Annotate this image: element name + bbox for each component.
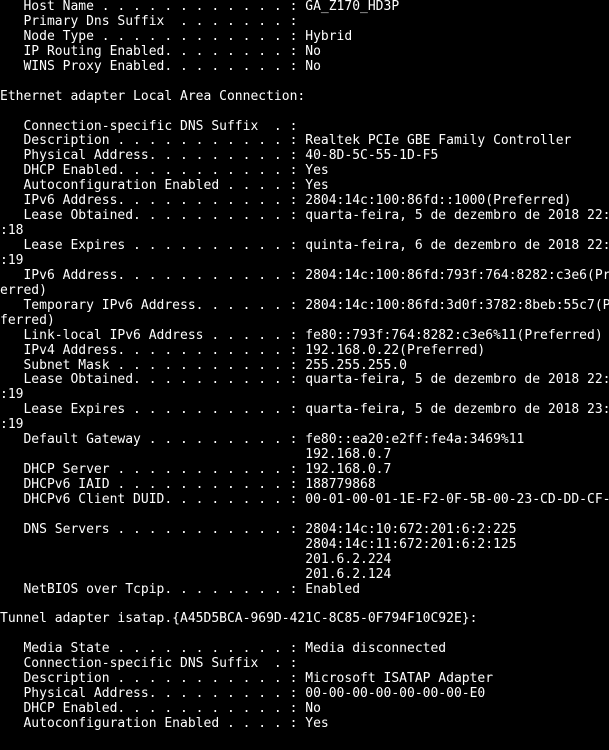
output-line: DNS Servers . . . . . . . . . . . : 2804… <box>0 523 609 538</box>
output-line: Description . . . . . . . . . . . : Real… <box>0 134 609 149</box>
output-line: Lease Obtained. . . . . . . . . . : quar… <box>0 373 609 388</box>
output-line: Connection-specific DNS Suffix . : <box>0 120 609 135</box>
output-line: ferred) <box>0 314 609 329</box>
output-line <box>0 508 609 523</box>
output-line: 201.6.2.224 <box>0 553 609 568</box>
output-line: DHCP Enabled. . . . . . . . . . . : No <box>0 702 609 717</box>
output-line: Ethernet adapter Local Area Connection: <box>0 90 609 105</box>
output-line: 2804:14c:11:672:201:6:2:125 <box>0 538 609 553</box>
output-line: IPv4 Address. . . . . . . . . . . : 192.… <box>0 344 609 359</box>
output-line: DHCP Enabled. . . . . . . . . . . : Yes <box>0 164 609 179</box>
output-line: erred) <box>0 284 609 299</box>
output-line: :19 <box>0 254 609 269</box>
output-line <box>0 75 609 90</box>
output-line: :19 <box>0 388 609 403</box>
output-line: Host Name . . . . . . . . . . . . : GA_Z… <box>0 0 609 15</box>
output-line: Link-local IPv6 Address . . . . . : fe80… <box>0 329 609 344</box>
output-line: 192.168.0.7 <box>0 448 609 463</box>
output-line: :18 <box>0 224 609 239</box>
output-line: IPv6 Address. . . . . . . . . . . : 2804… <box>0 194 609 209</box>
output-line: Lease Expires . . . . . . . . . . : quin… <box>0 239 609 254</box>
output-line: NetBIOS over Tcpip. . . . . . . . : Enab… <box>0 583 609 598</box>
output-line: Autoconfiguration Enabled . . . . : Yes <box>0 179 609 194</box>
output-line <box>0 627 609 642</box>
output-line: Connection-specific DNS Suffix . : <box>0 657 609 672</box>
output-line: Primary Dns Suffix . . . . . . . : <box>0 15 609 30</box>
output-line: :19 <box>0 418 609 433</box>
output-line: Tunnel adapter isatap.{A45D5BCA-969D-421… <box>0 612 609 627</box>
output-line <box>0 598 609 613</box>
output-line: WINS Proxy Enabled. . . . . . . . : No <box>0 60 609 75</box>
output-line: Description . . . . . . . . . . . : Micr… <box>0 672 609 687</box>
output-line: DHCPv6 Client DUID. . . . . . . . : 00-0… <box>0 493 609 508</box>
output-line: Subnet Mask . . . . . . . . . . . : 255.… <box>0 359 609 374</box>
output-line: Lease Expires . . . . . . . . . . : quar… <box>0 403 609 418</box>
output-line: 201.6.2.124 <box>0 568 609 583</box>
output-line: DHCPv6 IAID . . . . . . . . . . . : 1887… <box>0 478 609 493</box>
output-line: IPv6 Address. . . . . . . . . . . : 2804… <box>0 269 609 284</box>
output-line: Autoconfiguration Enabled . . . . : Yes <box>0 717 609 732</box>
output-line: Temporary IPv6 Address. . . . . . : 2804… <box>0 299 609 314</box>
output-line: Default Gateway . . . . . . . . . : fe80… <box>0 433 609 448</box>
terminal-output: Host Name . . . . . . . . . . . . : GA_Z… <box>0 0 609 750</box>
output-line: Physical Address. . . . . . . . . : 00-0… <box>0 687 609 702</box>
output-line: Media State . . . . . . . . . . . : Medi… <box>0 642 609 657</box>
output-line: IP Routing Enabled. . . . . . . . : No <box>0 45 609 60</box>
output-line: Node Type . . . . . . . . . . . . : Hybr… <box>0 30 609 45</box>
output-line: Physical Address. . . . . . . . . : 40-8… <box>0 149 609 164</box>
output-line <box>0 105 609 120</box>
output-line: Lease Obtained. . . . . . . . . . : quar… <box>0 209 609 224</box>
output-line: DHCP Server . . . . . . . . . . . : 192.… <box>0 463 609 478</box>
